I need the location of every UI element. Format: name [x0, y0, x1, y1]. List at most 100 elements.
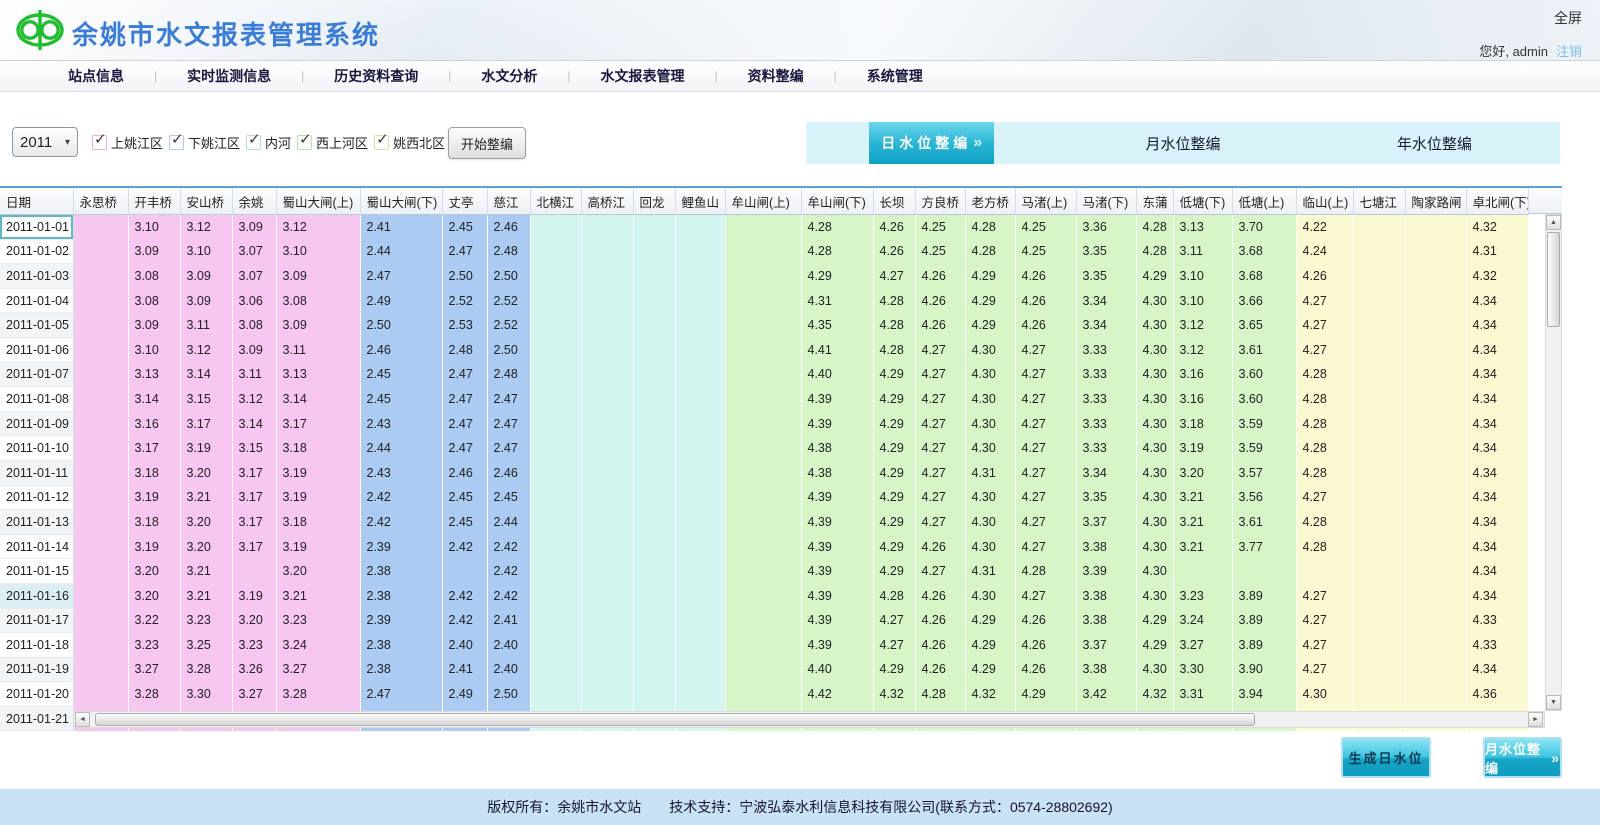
scroll-down-icon[interactable]: ▼ [1546, 695, 1561, 710]
column-header-7[interactable]: 丈亭 [442, 188, 487, 215]
table-cell[interactable]: 4.31 [965, 460, 1015, 485]
table-cell[interactable]: 4.34 [1466, 411, 1528, 436]
table-cell[interactable] [73, 485, 128, 510]
table-cell[interactable] [675, 411, 725, 436]
table-cell[interactable]: 4.30 [1136, 534, 1173, 559]
table-cell[interactable]: 3.17 [128, 436, 180, 461]
table-cell[interactable] [633, 411, 675, 436]
table-cell[interactable]: 2.44 [360, 436, 442, 461]
table-cell[interactable]: 4.27 [873, 633, 915, 658]
table-cell[interactable]: 4.27 [873, 608, 915, 633]
table-cell[interactable]: 2.50 [487, 337, 530, 362]
checkbox-icon[interactable]: ✓ [297, 135, 312, 150]
table-cell[interactable]: 3.31 [1173, 682, 1232, 707]
checkbox-icon[interactable]: ✓ [374, 135, 389, 150]
table-cell[interactable] [530, 657, 581, 682]
table-cell[interactable] [675, 682, 725, 707]
table-cell[interactable]: 2.43 [360, 460, 442, 485]
table-cell[interactable] [581, 460, 633, 485]
table-cell[interactable]: 2.45 [442, 485, 487, 510]
table-cell[interactable]: 4.29 [801, 264, 873, 289]
tab-monthly[interactable]: 月水位整编 [1145, 133, 1220, 154]
table-cell[interactable]: 2.48 [442, 337, 487, 362]
table-cell[interactable] [725, 608, 801, 633]
table-cell[interactable] [1353, 510, 1405, 535]
table-cell[interactable]: 3.33 [1076, 411, 1136, 436]
table-cell[interactable]: 3.23 [232, 633, 276, 658]
table-cell[interactable]: 3.18 [128, 510, 180, 535]
table-cell[interactable]: 2.47 [442, 436, 487, 461]
table-cell[interactable]: 3.60 [1232, 362, 1296, 387]
table-cell[interactable]: 3.10 [128, 215, 180, 240]
table-cell[interactable] [73, 411, 128, 436]
table-cell[interactable] [73, 608, 128, 633]
table-cell[interactable]: 4.30 [1136, 288, 1173, 313]
table-cell[interactable]: 2.47 [360, 682, 442, 707]
table-cell[interactable]: 4.34 [1466, 288, 1528, 313]
table-cell[interactable] [530, 387, 581, 412]
table-cell[interactable] [1405, 239, 1466, 264]
table-cell[interactable] [530, 608, 581, 633]
table-cell[interactable] [1353, 288, 1405, 313]
table-cell[interactable]: 3.60 [1232, 387, 1296, 412]
date-cell[interactable]: 2011-01-20 [0, 682, 73, 707]
table-cell[interactable] [725, 337, 801, 362]
table-cell[interactable]: 3.20 [276, 559, 360, 584]
table-cell[interactable] [1353, 264, 1405, 289]
table-cell[interactable]: 2.49 [360, 288, 442, 313]
table-cell[interactable]: 4.34 [1466, 362, 1528, 387]
table-cell[interactable] [73, 534, 128, 559]
table-cell[interactable] [675, 288, 725, 313]
date-cell[interactable]: 2011-01-03 [0, 264, 73, 289]
column-header-18[interactable]: 马渚(上) [1015, 188, 1076, 215]
table-cell[interactable] [633, 485, 675, 510]
table-cell[interactable]: 3.16 [1173, 362, 1232, 387]
table-cell[interactable]: 2.39 [360, 608, 442, 633]
table-cell[interactable]: 4.32 [965, 682, 1015, 707]
table-cell[interactable]: 3.11 [232, 362, 276, 387]
table-cell[interactable]: 4.30 [1136, 436, 1173, 461]
table-cell[interactable]: 3.36 [1076, 215, 1136, 240]
table-cell[interactable] [675, 510, 725, 535]
table-cell[interactable] [530, 559, 581, 584]
table-cell[interactable] [1353, 460, 1405, 485]
table-cell[interactable]: 4.27 [873, 264, 915, 289]
column-header-15[interactable]: 长坝 [873, 188, 915, 215]
table-cell[interactable]: 4.41 [801, 337, 873, 362]
table-cell[interactable]: 4.28 [1015, 559, 1076, 584]
table-cell[interactable]: 3.23 [1173, 583, 1232, 608]
table-cell[interactable] [530, 583, 581, 608]
table-cell[interactable] [633, 583, 675, 608]
table-cell[interactable]: 4.29 [873, 436, 915, 461]
table-cell[interactable]: 2.38 [360, 583, 442, 608]
table-cell[interactable]: 3.18 [276, 436, 360, 461]
table-cell[interactable]: 3.17 [232, 485, 276, 510]
table-cell[interactable] [73, 264, 128, 289]
table-cell[interactable]: 4.31 [801, 288, 873, 313]
table-cell[interactable]: 4.29 [965, 288, 1015, 313]
table-cell[interactable]: 3.35 [1076, 264, 1136, 289]
column-header-17[interactable]: 老方桥 [965, 188, 1015, 215]
table-cell[interactable] [530, 239, 581, 264]
table-cell[interactable]: 3.19 [276, 485, 360, 510]
table-cell[interactable]: 3.68 [1232, 264, 1296, 289]
table-cell[interactable]: 4.27 [915, 510, 965, 535]
table-cell[interactable]: 4.30 [965, 510, 1015, 535]
table-cell[interactable]: 3.20 [128, 583, 180, 608]
table-cell[interactable]: 4.29 [965, 264, 1015, 289]
table-cell[interactable] [73, 510, 128, 535]
table-cell[interactable]: 4.28 [873, 313, 915, 338]
column-header-13[interactable]: 牟山闸(上) [725, 188, 801, 215]
table-cell[interactable]: 4.34 [1466, 485, 1528, 510]
table-cell[interactable]: 3.06 [232, 288, 276, 313]
table-cell[interactable] [725, 313, 801, 338]
table-cell[interactable] [1405, 682, 1466, 707]
table-cell[interactable] [675, 485, 725, 510]
table-cell[interactable]: 2.42 [360, 510, 442, 535]
start-compile-button[interactable]: 开始整编 [448, 127, 526, 159]
column-header-14[interactable]: 牟山闸(下) [801, 188, 873, 215]
table-cell[interactable]: 2.46 [487, 215, 530, 240]
table-cell[interactable]: 4.30 [965, 436, 1015, 461]
table-cell[interactable]: 4.29 [873, 387, 915, 412]
table-cell[interactable]: 2.48 [487, 239, 530, 264]
